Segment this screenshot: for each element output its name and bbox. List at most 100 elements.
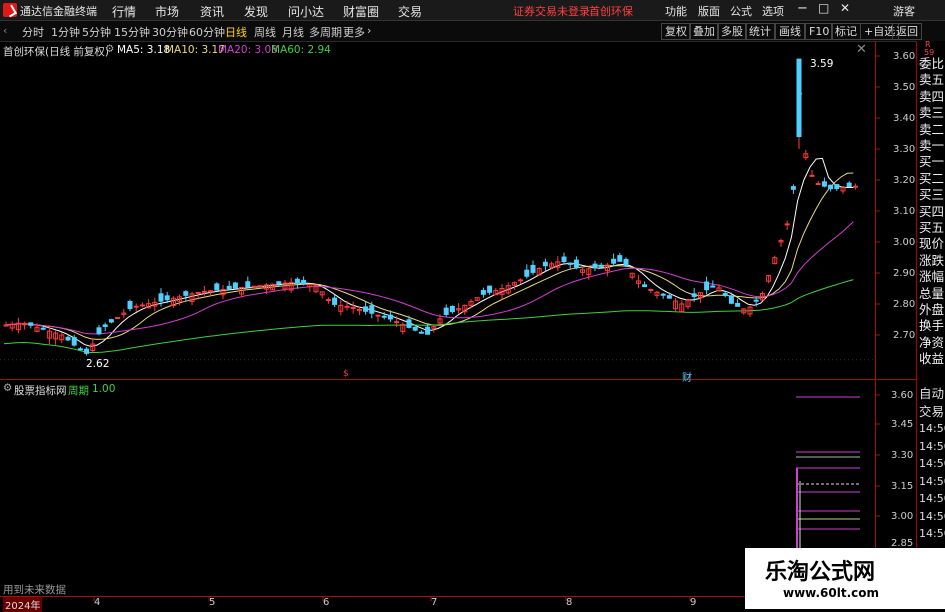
stock-name: 首创环保	[589, 5, 633, 18]
candle-body	[208, 290, 214, 293]
ma20-label: MA20: 3.08	[218, 44, 278, 56]
close-icon[interactable]: ✕	[840, 1, 850, 15]
candle-body	[164, 295, 170, 301]
quote-field-label: 卖一	[919, 138, 945, 153]
auto-trade-label[interactable]: 自动	[919, 386, 944, 402]
candlestick-chart[interactable]	[0, 41, 945, 609]
menu-news[interactable]: 资讯	[200, 3, 224, 20]
candle-body	[542, 261, 548, 267]
tab-30min[interactable]: 30分钟	[152, 24, 188, 40]
candle-body	[369, 305, 375, 314]
candle-body	[524, 269, 530, 277]
quote-field-label: 涨跌	[919, 252, 945, 268]
event-marker-dividend[interactable]: $	[343, 369, 349, 379]
adjust-button[interactable]: 复权	[661, 23, 691, 40]
guest-label[interactable]: 游客	[893, 3, 915, 19]
tab-more[interactable]: 更多	[343, 24, 365, 40]
candle-body	[728, 295, 734, 304]
f10-button[interactable]: F10	[805, 23, 834, 40]
login-notice[interactable]: 证券交易未登录	[513, 3, 590, 19]
price-tick: 3.60	[893, 51, 916, 62]
event-marker-finance[interactable]: 财	[682, 369, 692, 384]
menu-trade[interactable]: 交易	[398, 3, 422, 20]
menu-market[interactable]: 市场	[155, 3, 179, 20]
tab-multi-period[interactable]: 多周期	[309, 24, 342, 40]
draw-line-button[interactable]: 画线	[775, 23, 805, 40]
quote-field-label: 卖五	[919, 72, 945, 88]
menu-function[interactable]: 功能	[665, 3, 687, 19]
candle-body	[195, 291, 201, 294]
menu-discover[interactable]: 发现	[244, 3, 268, 20]
chevron-right-icon[interactable]: ›	[367, 24, 371, 37]
statistics-button[interactable]: 统计	[745, 23, 775, 40]
indicator-gear-icon[interactable]: ⚙	[3, 382, 12, 394]
menu-wealth-circle[interactable]: 财富圈	[343, 3, 379, 20]
tab-1min[interactable]: 1分钟	[51, 24, 80, 40]
menu-options[interactable]: 选项	[762, 3, 784, 19]
multi-stock-button[interactable]: 多股	[717, 23, 747, 40]
time-label-month: 7	[431, 597, 438, 608]
quote-field-label: 换手	[919, 318, 945, 334]
overlay-button[interactable]: 叠加	[689, 23, 719, 40]
candle-body	[77, 348, 83, 351]
candle-body	[722, 293, 728, 297]
quote-field-label: 买五	[919, 220, 945, 235]
maximize-icon[interactable]: □	[818, 1, 829, 15]
tab-weekly[interactable]: 周线	[254, 24, 276, 40]
trade-time[interactable]: 14:50	[919, 439, 945, 455]
trade-time[interactable]: 14:50	[919, 474, 945, 490]
candle-body	[71, 337, 77, 346]
tab-60min[interactable]: 60分钟	[189, 24, 225, 40]
sub-price-tick: 3.30	[891, 450, 914, 461]
sub-chart-title: 股票指标网	[14, 385, 67, 397]
ma5-line	[3, 157, 854, 347]
time-label-month: 4	[94, 597, 101, 608]
watermark-url: www.60lt.com	[783, 586, 880, 600]
candle-body	[443, 307, 449, 315]
candle-body	[487, 285, 493, 293]
tab-monthly[interactable]: 月线	[282, 24, 304, 40]
watermark: 乐淘公式网 www.60lt.com	[745, 548, 945, 609]
price-tick: 2.70	[893, 330, 916, 341]
time-label-month: 8	[566, 597, 573, 608]
candle-body	[214, 283, 220, 291]
menu-quotes[interactable]: 行情	[112, 3, 136, 20]
mark-button[interactable]: 标记	[831, 23, 861, 40]
tab-daily[interactable]: 日线	[225, 24, 247, 40]
candle-body	[666, 295, 672, 299]
candle-body	[84, 348, 90, 354]
trade-time[interactable]: 14:50	[919, 526, 945, 542]
auto-trade-label[interactable]: 交易	[919, 404, 944, 420]
trade-time[interactable]: 14:50	[919, 491, 945, 507]
chevron-left-icon[interactable]: ‹	[3, 24, 7, 37]
menu-assistant[interactable]: 问小达	[288, 3, 324, 20]
trade-time[interactable]: 14:50	[919, 421, 945, 437]
candle-body	[344, 305, 350, 308]
settings-gear-icon[interactable]: ⚙	[105, 43, 114, 55]
minimize-icon[interactable]: −	[797, 1, 808, 16]
candle-body	[232, 282, 238, 289]
candle-body	[846, 182, 852, 188]
tab-intraday[interactable]: 分时	[22, 24, 44, 40]
candle-body	[363, 306, 369, 312]
candle-body	[623, 259, 629, 267]
sub-chart-label: 周期	[68, 385, 89, 397]
sub-price-tick: 3.15	[891, 481, 914, 492]
trade-time[interactable]: 14:50	[919, 456, 945, 472]
chart-close-icon[interactable]: ✕	[856, 42, 867, 57]
back-button[interactable]: 返回	[892, 23, 922, 40]
trade-time[interactable]: 14:50	[919, 509, 945, 525]
tab-5min[interactable]: 5分钟	[82, 24, 111, 40]
candle-body	[245, 281, 251, 288]
candle-body	[418, 331, 424, 334]
menu-layout[interactable]: 版面	[698, 3, 720, 19]
candle-body	[611, 258, 617, 264]
candle-body	[251, 285, 257, 288]
candle-body	[394, 321, 400, 324]
candle-body	[325, 299, 331, 302]
price-tick: 3.00	[893, 237, 916, 248]
sub-price-tick: 3.45	[891, 419, 914, 430]
menu-formula[interactable]: 公式	[730, 3, 752, 19]
candle-body	[201, 290, 207, 293]
tab-15min[interactable]: 15分钟	[114, 24, 150, 40]
